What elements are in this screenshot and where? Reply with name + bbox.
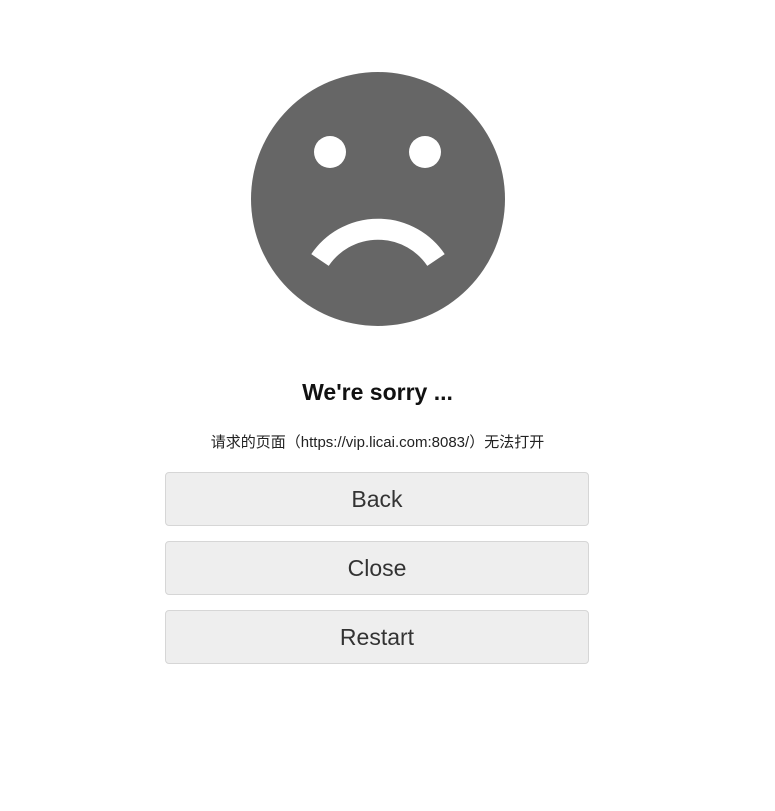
error-title: We're sorry ... (302, 379, 453, 405)
close-button[interactable]: Close (165, 541, 589, 595)
restart-button[interactable]: Restart (165, 610, 589, 664)
error-message: 请求的页面（https://vip.licai.com:8083/）无法打开 (210, 434, 545, 451)
sad-face-icon (251, 72, 505, 326)
back-button[interactable]: Back (165, 472, 589, 526)
